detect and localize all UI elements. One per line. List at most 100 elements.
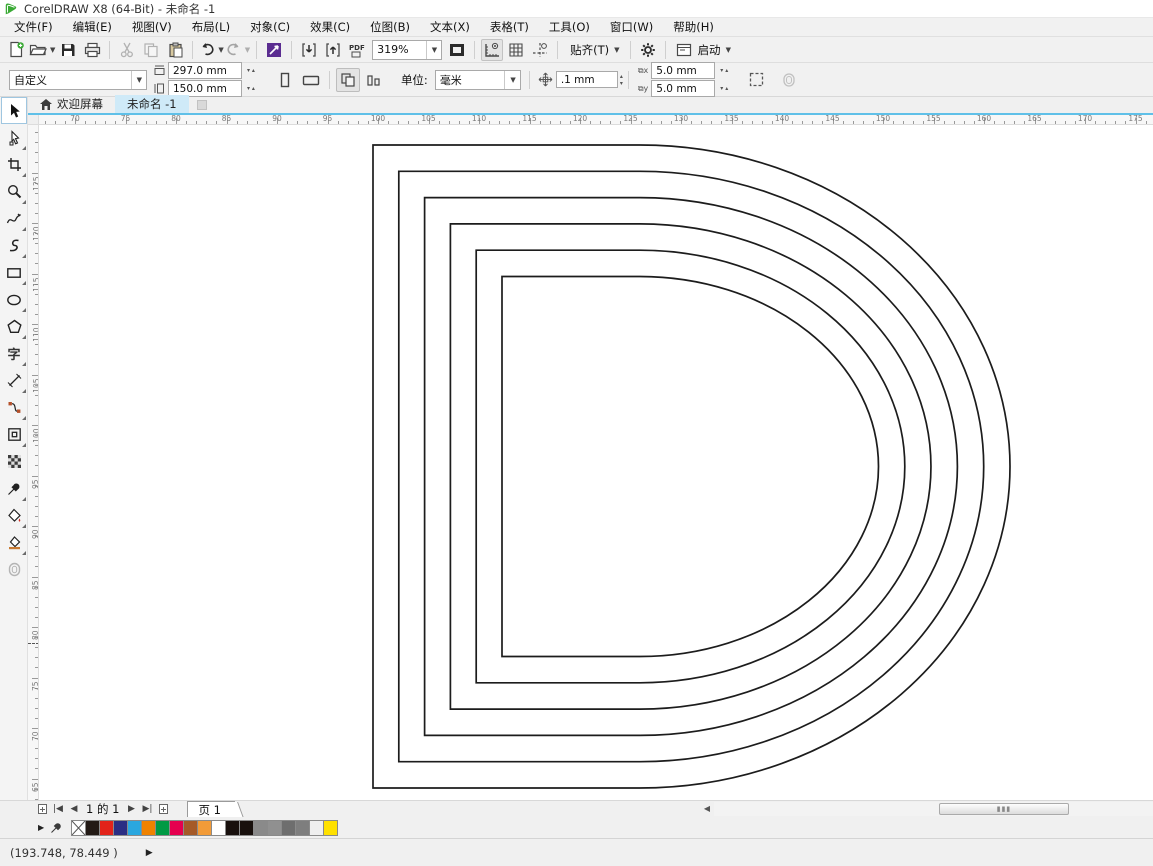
current-page-button[interactable]	[362, 68, 386, 92]
vertical-ruler[interactable]: 65707580859095100105110115120125	[28, 125, 39, 800]
polygon-tool[interactable]	[1, 313, 27, 340]
d-contour-3[interactable]	[425, 198, 958, 736]
horizontal-ruler[interactable]: 7075808590951001051101151201251301351401…	[39, 115, 1153, 125]
scrollbar-thumb[interactable]: ▮▮▮	[939, 803, 1069, 815]
color-swatch-4[interactable]	[127, 820, 142, 836]
units-combo[interactable]: 毫米 ▼	[435, 70, 521, 90]
scrollbar-track[interactable]: ▮▮▮	[714, 802, 1153, 816]
search-content-button[interactable]	[263, 39, 285, 61]
duplicate-y-spinner[interactable]: ▾ ▴	[720, 85, 728, 92]
ellipse-tool[interactable]	[1, 286, 27, 313]
color-swatch-14[interactable]	[267, 820, 282, 836]
first-page-button[interactable]: |◀	[50, 802, 66, 816]
zoom-tool[interactable]	[1, 178, 27, 205]
palette-eyedropper-icon[interactable]	[50, 821, 63, 834]
menu-item-12[interactable]: 帮助(H)	[663, 18, 724, 36]
color-swatch-3[interactable]	[113, 820, 128, 836]
color-swatch-8[interactable]	[183, 820, 198, 836]
pdf-button[interactable]: PDF	[346, 39, 368, 61]
color-swatch-11[interactable]	[225, 820, 240, 836]
export-button[interactable]	[322, 39, 344, 61]
cut-button[interactable]	[116, 39, 138, 61]
menu-item-4[interactable]: 布局(L)	[182, 18, 240, 36]
color-swatch-9[interactable]	[197, 820, 212, 836]
outline-pen-tool[interactable]	[1, 556, 27, 583]
import-button[interactable]	[298, 39, 320, 61]
color-swatch-15[interactable]	[281, 820, 296, 836]
scroll-left-icon[interactable]: ◀	[700, 802, 714, 816]
open-button[interactable]: ▼	[29, 39, 55, 61]
d-contour-4[interactable]	[450, 224, 931, 709]
menu-item-1[interactable]: 文件(F)	[4, 18, 63, 36]
freehand-tool[interactable]	[1, 205, 27, 232]
page-width-spinner[interactable]: ▾ ▴	[247, 67, 255, 74]
paste-button[interactable]	[164, 39, 186, 61]
smart-fill-tool[interactable]	[1, 529, 27, 556]
page-preset-combo[interactable]: 自定义 ▼	[9, 70, 147, 90]
d-contour-5[interactable]	[476, 250, 905, 683]
tab-untitled-1[interactable]: 未命名 -1	[115, 95, 189, 113]
d-contour-1[interactable]	[373, 145, 1010, 788]
new-document-button[interactable]	[5, 39, 27, 61]
copy-button[interactable]	[140, 39, 162, 61]
zoom-level-combo[interactable]: 319%▼	[372, 40, 442, 60]
pick-tool[interactable]	[1, 97, 27, 124]
color-swatch-2[interactable]	[99, 820, 114, 836]
color-swatch-16[interactable]	[295, 820, 310, 836]
drawing-canvas[interactable]	[39, 125, 1153, 800]
page-width-field[interactable]: 297.0 mm	[168, 62, 242, 79]
page-height-spinner[interactable]: ▾ ▴	[247, 85, 255, 92]
d-contour-2[interactable]	[399, 171, 984, 761]
portrait-button[interactable]	[273, 68, 297, 92]
last-page-button[interactable]: ▶|	[139, 802, 155, 816]
nudge-spinner[interactable]: ▴▾	[620, 74, 623, 86]
menu-item-5[interactable]: 对象(C)	[240, 18, 300, 36]
menu-item-2[interactable]: 编辑(E)	[63, 18, 122, 36]
color-swatch-10[interactable]	[211, 820, 226, 836]
next-page-button[interactable]: ▶	[123, 802, 139, 816]
status-expand-icon[interactable]: ▶	[146, 848, 153, 858]
fullscreen-preview-button[interactable]	[446, 39, 468, 61]
landscape-button[interactable]	[299, 68, 323, 92]
duplicate-y-field[interactable]: 5.0 mm	[651, 80, 715, 97]
snap-to-button[interactable]: 贴齐(T)▼	[564, 39, 623, 61]
ruler-origin[interactable]	[28, 115, 39, 125]
redo-button[interactable]: ▼	[226, 39, 250, 61]
options-button[interactable]	[637, 39, 659, 61]
add-page-before-button[interactable]	[34, 802, 50, 816]
color-eyedropper-tool[interactable]	[1, 475, 27, 502]
duplicate-x-field[interactable]: 5.0 mm	[651, 62, 715, 79]
undo-button[interactable]: ▼	[199, 39, 223, 61]
color-swatch-12[interactable]	[239, 820, 254, 836]
all-pages-button[interactable]	[336, 68, 360, 92]
menu-item-3[interactable]: 视图(V)	[122, 18, 182, 36]
show-rulers-button[interactable]	[481, 39, 503, 61]
show-grid-button[interactable]	[505, 39, 527, 61]
interactive-fill-tool[interactable]	[1, 502, 27, 529]
drop-shadow-tool[interactable]	[1, 421, 27, 448]
no-color-swatch[interactable]	[71, 820, 86, 836]
menu-item-6[interactable]: 效果(C)	[300, 18, 360, 36]
color-swatch-17[interactable]	[309, 820, 324, 836]
rectangle-tool[interactable]	[1, 259, 27, 286]
transparency-tool[interactable]	[1, 448, 27, 475]
palette-expand-icon[interactable]: ▶	[38, 823, 44, 832]
color-swatch-18[interactable]	[323, 820, 338, 836]
connector-tool[interactable]	[1, 394, 27, 421]
d-contour-6[interactable]	[502, 277, 879, 657]
treat-as-filled-button[interactable]	[744, 68, 768, 92]
color-swatch-5[interactable]	[141, 820, 156, 836]
save-button[interactable]	[57, 39, 79, 61]
color-swatch-1[interactable]	[85, 820, 100, 836]
artistic-media-tool[interactable]	[1, 232, 27, 259]
add-page-after-button[interactable]	[155, 802, 171, 816]
menu-item-7[interactable]: 位图(B)	[360, 18, 420, 36]
previous-page-button[interactable]: ◀	[66, 802, 82, 816]
menu-item-10[interactable]: 工具(O)	[539, 18, 600, 36]
launch-button[interactable]: 启动▼	[672, 39, 735, 61]
shape-tool[interactable]	[1, 124, 27, 151]
duplicate-x-spinner[interactable]: ▾ ▴	[720, 67, 728, 74]
menu-item-9[interactable]: 表格(T)	[480, 18, 539, 36]
show-guidelines-button[interactable]	[529, 39, 551, 61]
menu-item-11[interactable]: 窗口(W)	[600, 18, 663, 36]
